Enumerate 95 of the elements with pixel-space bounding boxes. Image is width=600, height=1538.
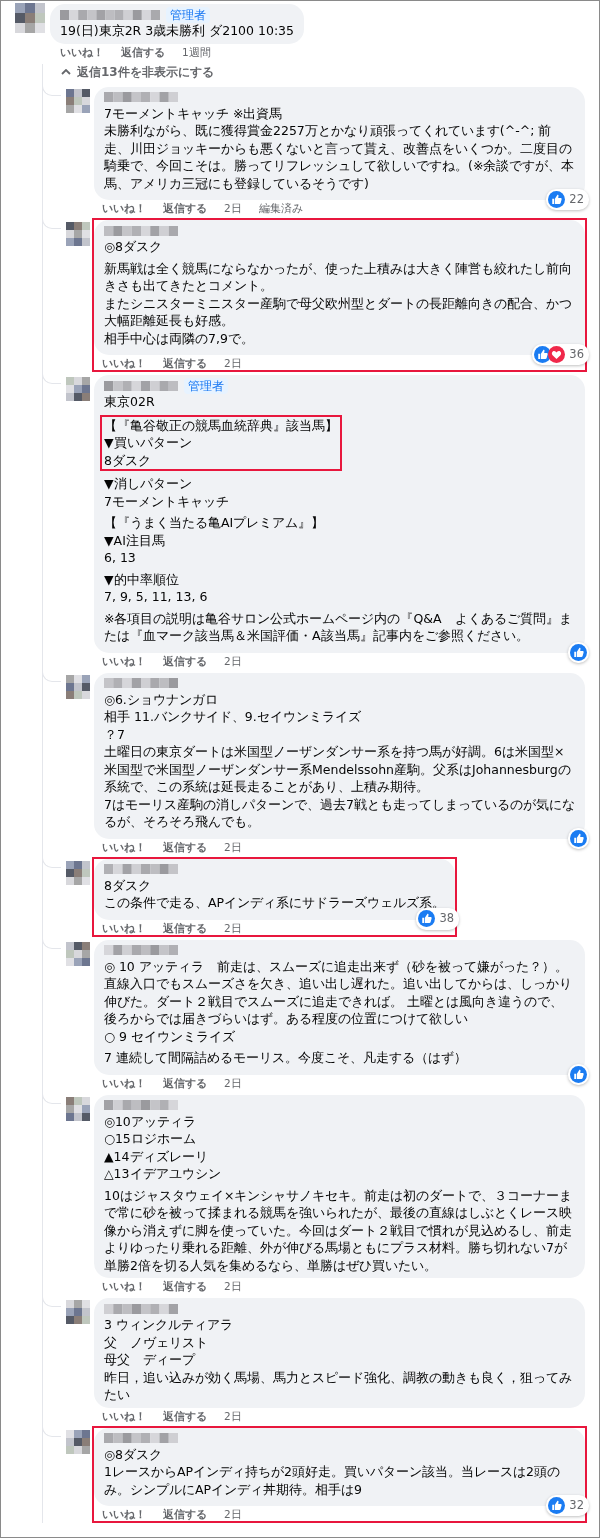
reaction-badge[interactable]: 22 (546, 188, 589, 210)
like-link[interactable]: いいね！ (102, 1507, 146, 1521)
blurred-avatar (66, 222, 90, 246)
reaction-badge[interactable]: 36 (532, 343, 589, 365)
reaction-badge[interactable] (568, 1063, 589, 1085)
reply-link[interactable]: 返信する (163, 356, 207, 370)
comment-text: 相手 11.バンクサイド、9.セイウンミライズ (104, 708, 362, 726)
comment-text: △13イデアユウシン (104, 1165, 222, 1183)
comment-text: 母父 ディープ (104, 1351, 197, 1369)
timestamp: 2日 (224, 356, 242, 370)
like-link[interactable]: いいね！ (60, 44, 104, 59)
blurred-avatar (66, 1429, 90, 1454)
comment-text: 3 ウィンクルティアラ (104, 1316, 234, 1334)
blurred-avatar (66, 860, 90, 885)
admin-badge: 管理者 (184, 377, 228, 394)
comment-text: 7モーメントキャッチ ※出資馬 (104, 104, 284, 122)
comment-text: 10はジャスタウェイ×キンシャサノキセキ。前走は初のダートで、３コーナーまで常に砂を被って揉まれる競馬を強いられたが、最後の直線はしぶとくレース映像から消えずに脚を使っていた。今回はダート２戦目で慣れが見込めるし、前走よりゆったり乗れる距離、外が伸びる馬場ともにプラス材料。勝ち切れない7が単勝2倍を切る人気を集めるなら、単勝はぜひ買いたい。 (104, 1186, 574, 1274)
comment-text: ▼AI注目馬 (104, 531, 166, 549)
reply-link[interactable]: 返信する (163, 653, 207, 668)
reply-link[interactable]: 返信する (163, 1075, 207, 1090)
reaction-badge[interactable]: 32 (546, 1494, 589, 1516)
admin-badge: 管理者 (166, 6, 210, 23)
comment-text: 7 連続して間隔詰めるモーリス。今度こそ、凡走する（はず） (104, 1049, 468, 1067)
timestamp: 2日 (224, 653, 242, 668)
comment-text: ？7 (104, 725, 126, 743)
comment-text: 7, 9, 5, 11, 13, 6 (104, 588, 209, 606)
like-link[interactable]: いいね！ (102, 920, 146, 935)
timestamp: 2日 (224, 201, 242, 215)
comment-text: ※各項目の説明は亀谷サロン公式ホームページ内の『Q&A よくあるご質問』または『血マーク該当馬＆米国評価・A該当馬』記事内をご参照ください。 (104, 609, 573, 645)
comment-text: 【『亀谷敬正の競馬血統辞典』該当馬】 (104, 416, 338, 434)
blurred-avatar (15, 3, 45, 33)
reply-link[interactable]: 返信する (163, 1279, 207, 1293)
timestamp: 2日 (224, 920, 242, 935)
comment-text: 19(日)東京2R 3歳未勝利 ダ2100 10:35 (60, 22, 294, 40)
comment-text: 東京02R (104, 393, 156, 411)
comment-text: ○ 9 セイウンミライズ (104, 1027, 236, 1045)
timestamp: 2日 (224, 1075, 242, 1090)
comment-text: ▲14ディズレーリ (104, 1147, 209, 1165)
comment-text: 父 ノヴェリスト (104, 1333, 209, 1351)
comment-text: 8ダスク (104, 451, 152, 469)
reply-link[interactable]: 返信する (163, 839, 207, 854)
comment-text: 7モーメントキャッチ (104, 492, 230, 510)
edited-label: 編集済み (258, 201, 303, 215)
comment-text: 新馬戦は全く競馬にならなかったが、使った上積みは大きく陣営も絞れたし前向きさも出てきたとコメント。 (104, 259, 573, 295)
blurred-avatar (66, 377, 90, 401)
comment-text: ▼的中率順位 (104, 570, 180, 588)
comment-text: 8ダスク (104, 876, 152, 894)
comment-text: ◎8ダスク (104, 1445, 163, 1463)
thumbs-up-icon (548, 1496, 566, 1514)
blurred-avatar (66, 1300, 90, 1324)
reaction-badge[interactable]: 38 (416, 908, 460, 930)
comment-text: 7はモーリス産駒の消しパターンで、過去7戦とも走ってしまっているのが気になるが、そろそろ飛んでも。 (104, 795, 575, 831)
hide-replies-link[interactable]: 返信13件を非表示にする (61, 63, 214, 81)
blurred-avatar (66, 674, 90, 699)
comment-text: ▼消しパターン (104, 475, 193, 493)
like-link[interactable]: いいね！ (102, 1075, 146, 1090)
like-link[interactable]: いいね！ (102, 1408, 146, 1423)
timestamp: 2日 (224, 839, 242, 854)
reply-link[interactable]: 返信する (121, 44, 165, 59)
chevron-up-icon (61, 69, 71, 75)
comment-text: ◎6.ショウナンガロ (104, 690, 219, 708)
reaction-badge[interactable] (568, 827, 589, 849)
blurred-avatar (66, 941, 90, 966)
thumbs-up-icon (418, 910, 436, 928)
comment-text: ◎ 10 アッティラ 前走は、スムーズに追走出来ず（砂を被って嫌がった？）。直線入口でもスムーズさを欠き、追い出し遅れた。追い出してからは、しっかり伸びた。ダート２戦目でスムーズに追走できれば。 土曜とは風向き違うので、後ろからでは届きづらいはず。ある程度の位置につけて欲しい (104, 957, 573, 1028)
blurred-avatar (66, 88, 90, 113)
comment-text: 【『うまく当たる亀AIプレミアム』】 (104, 514, 326, 532)
comment-text: ◎10アッティラ (104, 1112, 197, 1130)
like-link[interactable]: いいね！ (102, 201, 146, 215)
reply-link[interactable]: 返信する (163, 1507, 207, 1521)
comment-text: 6, 13 (104, 549, 137, 567)
comment-text: ◎8ダスク (104, 238, 163, 256)
comment-text: ▼買いパターン (104, 434, 193, 452)
thumbs-up-icon (570, 1065, 587, 1083)
like-link[interactable]: いいね！ (102, 356, 146, 370)
timestamp: 1週間 (182, 44, 211, 59)
comment-text: 土曜日の東京ダートは米国型ノーザンダンサー系を持つ馬が好調。6は米国型×米国型で米国型ノーザンダンサー系Mendelssohn産駒。父系はJohannesburgの系統で、この系統は延長走ることがあり、上積み期待。 (104, 743, 572, 796)
like-link[interactable]: いいね！ (102, 1279, 146, 1293)
reply-link[interactable]: 返信する (163, 201, 207, 215)
reply-link[interactable]: 返信する (163, 920, 207, 935)
reply-link[interactable]: 返信する (163, 1408, 207, 1423)
comment-text: ○15ロジホーム (104, 1130, 197, 1148)
like-link[interactable]: いいね！ (102, 839, 146, 854)
timestamp: 2日 (224, 1507, 242, 1521)
thumbs-up-icon (570, 829, 587, 847)
comment-text: 相手中心は両隣の7,9で。 (104, 329, 255, 347)
thumbs-up-icon (570, 643, 587, 661)
thumbs-up-icon (548, 190, 566, 208)
blurred-avatar (66, 1096, 90, 1121)
timestamp: 2日 (224, 1279, 242, 1293)
comment-text: またシニスターミニスター産駒で母父欧州型とダートの長距離向きの配合、かつ大幅距離延長も好感。 (104, 294, 573, 330)
timestamp: 2日 (224, 1408, 242, 1423)
comment-text: 昨日，追い込みが効く馬場、馬力とスピード強化、調教の動きも良く，狙ってみたい (104, 1368, 573, 1404)
like-link[interactable]: いいね！ (102, 653, 146, 668)
reaction-badge[interactable] (568, 641, 589, 663)
